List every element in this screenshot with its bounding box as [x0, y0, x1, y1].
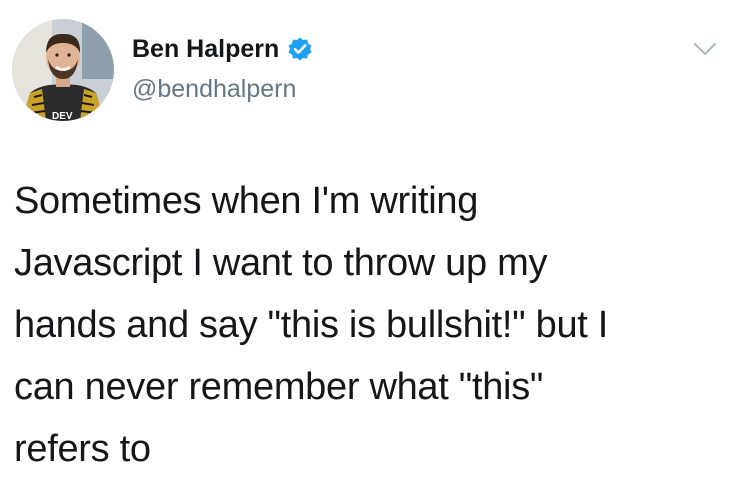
tweet-text-line: refers to: [14, 428, 151, 470]
verified-badge-icon: [287, 36, 313, 62]
chevron-down-icon[interactable]: [692, 40, 718, 58]
tweet-text-line: Sometimes when I'm writing: [14, 180, 479, 222]
avatar[interactable]: DEV: [12, 19, 114, 121]
tweet-text-line: Javascript I want to throw up my: [14, 242, 548, 284]
tweet-text-line: hands and say "this is bullshit!" but I: [14, 304, 609, 346]
tweet-text-line: can never remember what "this": [14, 366, 544, 408]
svg-text:DEV: DEV: [52, 111, 73, 121]
user-handle[interactable]: @bendhalpern: [132, 74, 296, 104]
display-name[interactable]: Ben Halpern: [132, 34, 279, 64]
tweet-text: Sometimes when I'm writing Javascript I …: [14, 170, 654, 480]
user-name-row: Ben Halpern: [132, 34, 313, 64]
tweet-card: DEV Ben Halpern @bendhalpern Sometimes w…: [0, 0, 737, 484]
avatar-photo-icon: DEV: [12, 19, 114, 121]
